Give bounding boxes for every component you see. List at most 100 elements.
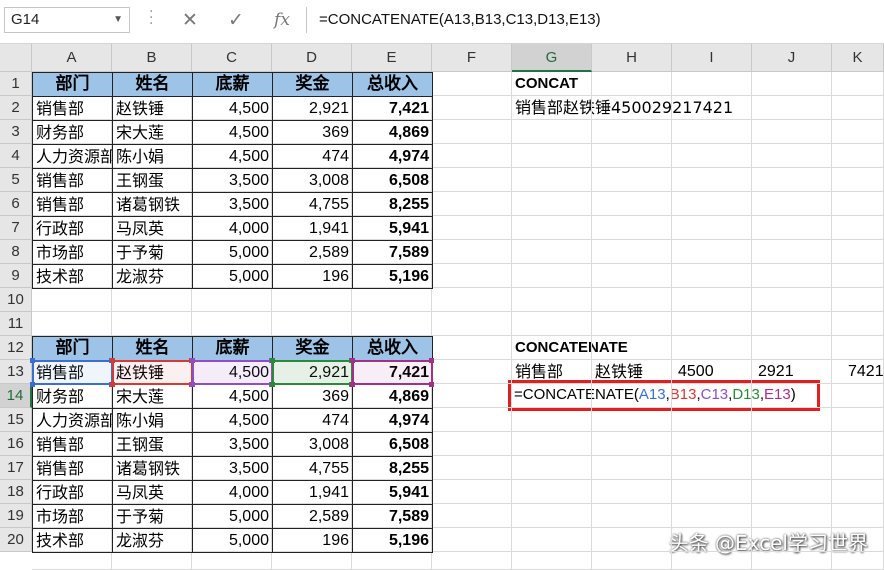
reference-handle[interactable]	[270, 382, 275, 387]
chevron-down-icon[interactable]: ▼	[113, 8, 123, 32]
table-cell[interactable]: 人力资源部	[32, 144, 113, 169]
reference-handle[interactable]	[30, 358, 35, 363]
table-cell[interactable]: 6,508	[352, 432, 433, 457]
table-cell[interactable]: 3,008	[272, 168, 353, 193]
table-cell[interactable]: 8,255	[352, 192, 433, 217]
table-cell[interactable]: 1,941	[272, 216, 353, 241]
table-cell[interactable]: 陈小娟	[112, 144, 193, 169]
row-header-9[interactable]: 9	[0, 264, 32, 288]
table-header-cell[interactable]: 奖金	[272, 72, 353, 97]
insert-function-icon[interactable]: fx	[270, 8, 294, 32]
row-header-6[interactable]: 6	[0, 192, 32, 216]
table-cell[interactable]: 4,869	[352, 120, 433, 145]
reference-handle[interactable]	[429, 382, 434, 387]
table-cell[interactable]: 销售部	[32, 168, 113, 193]
table-cell[interactable]: 2,589	[272, 504, 353, 529]
column-header-h[interactable]: H	[592, 44, 672, 72]
table-cell[interactable]: 474	[272, 408, 353, 433]
row-header-4[interactable]: 4	[0, 144, 32, 168]
row-header-7[interactable]: 7	[0, 216, 32, 240]
select-all-corner[interactable]	[0, 44, 32, 72]
table-cell[interactable]: 5,196	[352, 264, 433, 289]
table-header-cell[interactable]: 底薪	[192, 72, 273, 97]
table-cell[interactable]: 赵铁锤	[112, 96, 193, 121]
reference-handle[interactable]	[270, 358, 275, 363]
table-cell[interactable]: 于予菊	[112, 240, 193, 265]
table-cell[interactable]: 2,589	[272, 240, 353, 265]
row-header-12[interactable]: 12	[0, 336, 32, 360]
table-cell[interactable]: 陈小娟	[112, 408, 193, 433]
row-header-5[interactable]: 5	[0, 168, 32, 192]
row-header-20[interactable]: 20	[0, 528, 32, 552]
cancel-x-icon[interactable]: ✕	[178, 8, 202, 32]
column-header-g[interactable]: G	[512, 44, 592, 72]
concat-result[interactable]: 销售部赵铁锤450029217421	[512, 96, 736, 120]
table-cell[interactable]: 行政部	[32, 480, 113, 505]
table-cell[interactable]: 7,421	[352, 96, 433, 121]
table-cell[interactable]: 8,255	[352, 456, 433, 481]
table-cell[interactable]: 7,589	[352, 240, 433, 265]
table-cell[interactable]: 王钢蛋	[112, 168, 193, 193]
table-header-cell[interactable]: 奖金	[272, 336, 353, 361]
row-header-3[interactable]: 3	[0, 120, 32, 144]
row-header-10[interactable]: 10	[0, 288, 32, 312]
table-cell[interactable]: 7,589	[352, 504, 433, 529]
table-cell[interactable]: 于予菊	[112, 504, 193, 529]
column-header-d[interactable]: D	[272, 44, 352, 72]
column-header-c[interactable]: C	[192, 44, 272, 72]
enter-check-icon[interactable]: ✓	[224, 8, 248, 32]
row-header-8[interactable]: 8	[0, 240, 32, 264]
column-header-j[interactable]: J	[752, 44, 832, 72]
table-header-cell[interactable]: 姓名	[112, 336, 193, 361]
table-cell[interactable]: 369	[272, 384, 353, 409]
table-cell[interactable]: 宋大莲	[112, 120, 193, 145]
column-header-i[interactable]: I	[672, 44, 752, 72]
reference-handle[interactable]	[429, 358, 434, 363]
table-cell[interactable]: 196	[272, 264, 353, 289]
table-cell[interactable]: 5,000	[192, 504, 273, 529]
table-cell[interactable]: 474	[272, 144, 353, 169]
formula-bar-input[interactable]: =CONCATENATE(A13,B13,C13,D13,E13)	[306, 7, 884, 33]
reference-handle[interactable]	[110, 358, 115, 363]
reference-handle[interactable]	[350, 382, 355, 387]
concat-label[interactable]: CONCAT	[512, 72, 581, 96]
table-cell[interactable]: 技术部	[32, 264, 113, 289]
table-cell[interactable]: 3,500	[192, 456, 273, 481]
row-header-17[interactable]: 17	[0, 456, 32, 480]
table-cell[interactable]: 4,755	[272, 456, 353, 481]
reference-handle[interactable]	[190, 358, 195, 363]
table-cell[interactable]: 4,500	[192, 408, 273, 433]
table-cell[interactable]: 3,500	[192, 432, 273, 457]
table-header-cell[interactable]: 总收入	[352, 72, 433, 97]
table-cell[interactable]: 4,974	[352, 408, 433, 433]
table-cell[interactable]: 销售部	[32, 432, 113, 457]
table-cell[interactable]: 龙淑芬	[112, 528, 193, 553]
table-cell[interactable]: 4,500	[192, 144, 273, 169]
table-cell[interactable]: 6,508	[352, 168, 433, 193]
table-cell[interactable]: 销售部	[32, 96, 113, 121]
row-header-13[interactable]: 13	[0, 360, 32, 384]
table-cell[interactable]: 1,941	[272, 480, 353, 505]
row-header-2[interactable]: 2	[0, 96, 32, 120]
concatenate-label[interactable]: CONCATENATE	[512, 336, 631, 360]
table-header-cell[interactable]: 姓名	[112, 72, 193, 97]
table-cell[interactable]: 4,974	[352, 144, 433, 169]
reference-handle[interactable]	[350, 358, 355, 363]
table-cell[interactable]: 5,196	[352, 528, 433, 553]
row-header-15[interactable]: 15	[0, 408, 32, 432]
table-cell[interactable]: 诸葛钢铁	[112, 192, 193, 217]
table-cell[interactable]: 市场部	[32, 240, 113, 265]
table-header-cell[interactable]: 部门	[32, 336, 113, 361]
row-header-16[interactable]: 16	[0, 432, 32, 456]
table-cell[interactable]: 销售部	[32, 456, 113, 481]
table-cell[interactable]: 4,500	[192, 120, 273, 145]
column-header-a[interactable]: A	[32, 44, 112, 72]
table-cell[interactable]: 196	[272, 528, 353, 553]
column-header-f[interactable]: F	[432, 44, 512, 72]
table-cell[interactable]: 4,500	[192, 384, 273, 409]
table-cell[interactable]: 财务部	[32, 120, 113, 145]
table-cell[interactable]: 市场部	[32, 504, 113, 529]
table-cell[interactable]: 5,941	[352, 216, 433, 241]
table-cell[interactable]: 3,008	[272, 432, 353, 457]
formula-editor-cell[interactable]: =CONCATENATE(A13,B13,C13,D13,E13)	[514, 384, 796, 406]
